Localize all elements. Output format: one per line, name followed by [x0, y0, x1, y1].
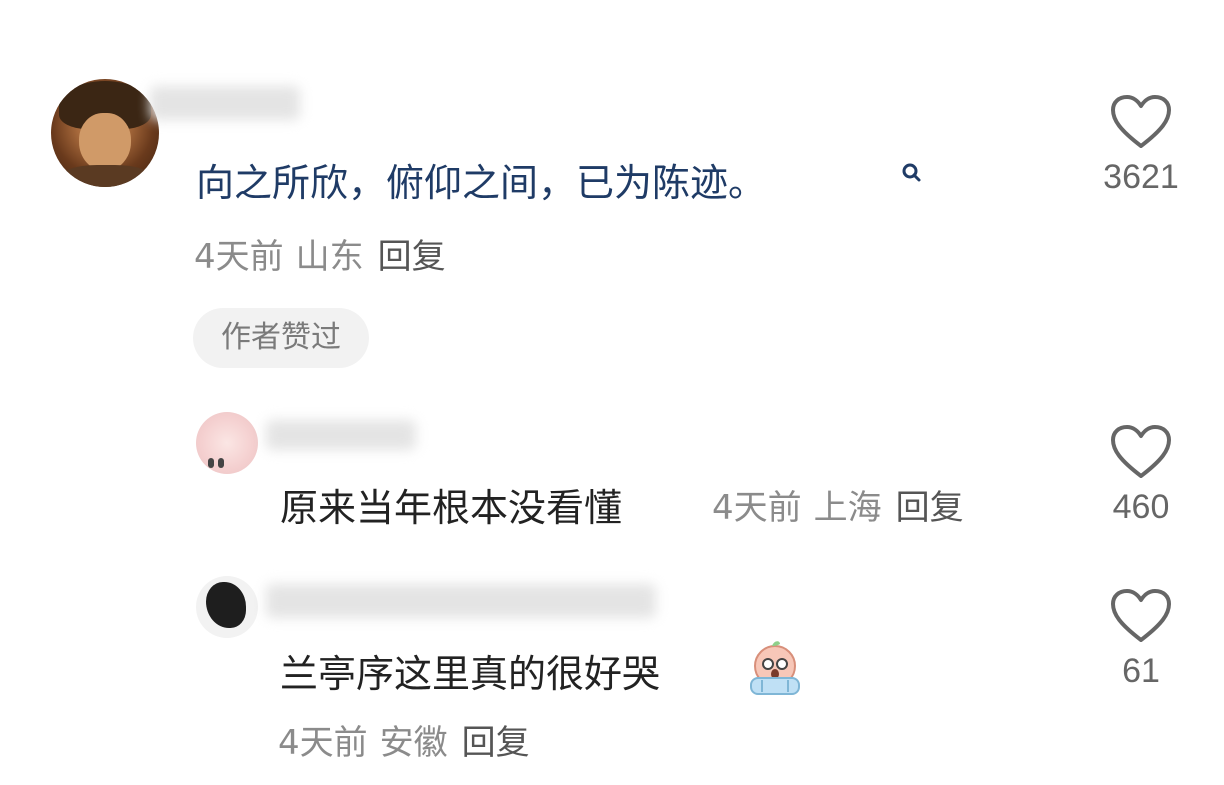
comment-time: 4天前 [712, 488, 802, 528]
comment-text: 原来当年根本没看懂 [280, 486, 623, 530]
comment-meta: 4天前 上海 回复 [712, 491, 964, 525]
reply-button[interactable]: 回复 [896, 488, 964, 528]
comment-time: 4天前 [194, 237, 284, 277]
avatar[interactable] [196, 412, 258, 474]
heart-outline-icon [1111, 95, 1171, 148]
comment-text: 兰亭序这里真的很好哭 [280, 652, 661, 696]
avatar[interactable] [51, 79, 159, 187]
comment-location: 上海 [813, 488, 882, 528]
like-count: 3621 [1103, 158, 1179, 196]
username-blurred[interactable] [266, 584, 656, 618]
heart-outline-icon [1111, 425, 1171, 478]
like-count: 460 [1112, 488, 1170, 526]
reply-button[interactable]: 回复 [462, 723, 530, 763]
heart-outline-icon [1111, 589, 1171, 642]
like-button[interactable]: 460 [1096, 424, 1186, 524]
reply-button[interactable]: 回复 [378, 237, 446, 277]
like-count: 61 [1122, 652, 1160, 690]
comment-location: 山东 [295, 237, 364, 277]
comment-meta: 4天前 安徽 回复 [278, 726, 530, 760]
comment-text: 向之所欣，俯仰之间，已为陈迹。 [196, 161, 767, 205]
username-blurred[interactable] [266, 420, 416, 450]
comment-meta: 4天前 山东 回复 [194, 240, 446, 274]
comment-location: 安徽 [379, 723, 448, 763]
crying-emoji-icon [750, 641, 800, 695]
avatar[interactable] [196, 576, 258, 638]
comment-time: 4天前 [278, 723, 368, 763]
author-liked-badge: 作者赞过 [193, 308, 369, 368]
like-button[interactable]: 3621 [1096, 94, 1186, 194]
search-icon[interactable] [900, 162, 922, 184]
username-blurred[interactable] [150, 86, 300, 120]
like-button[interactable]: 61 [1096, 588, 1186, 688]
